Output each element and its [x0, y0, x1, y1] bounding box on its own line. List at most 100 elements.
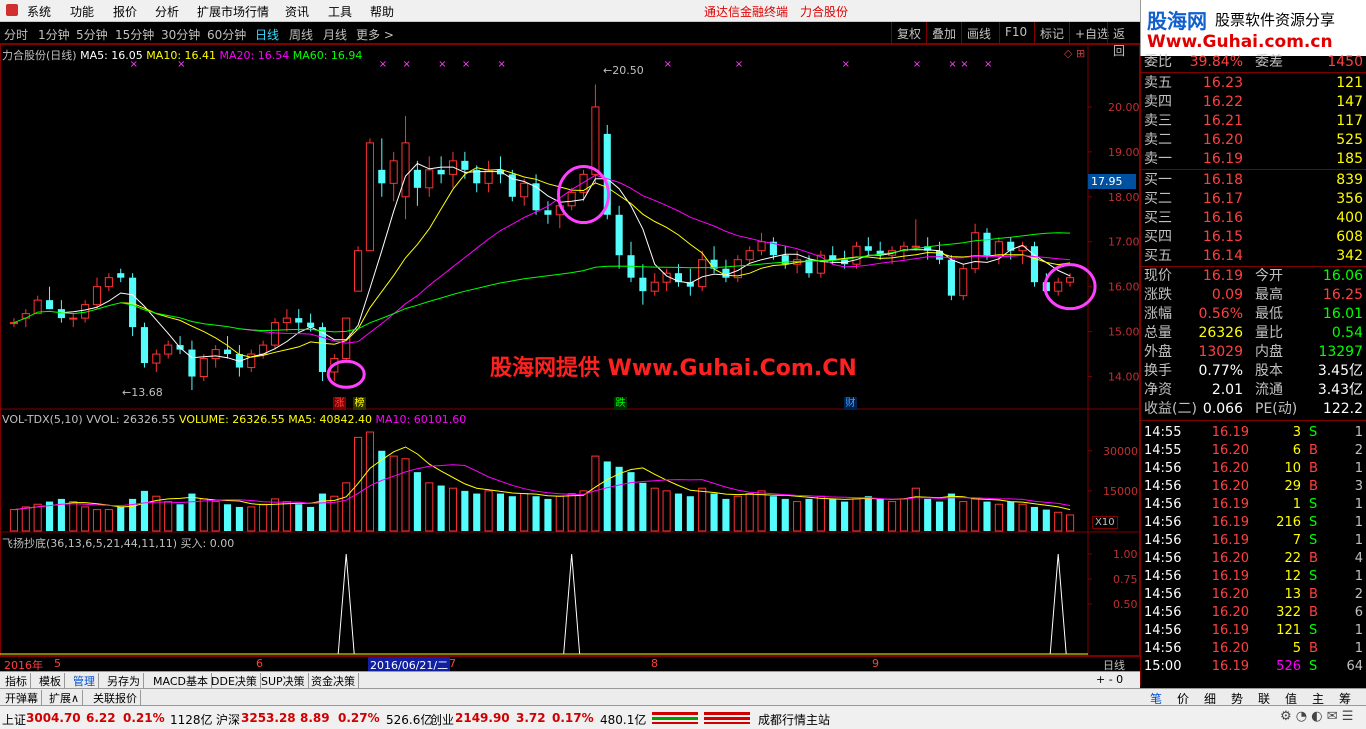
quote-label: 最低: [1255, 306, 1283, 322]
candle-body-down: [57, 309, 65, 319]
menu-tools[interactable]: 工具: [328, 3, 352, 20]
extension-tabs: 开弹幕 扩展∧ 关联报价: [0, 688, 1140, 706]
trade-count: 2: [1354, 587, 1363, 602]
tab-more[interactable]: 更多 >: [356, 26, 394, 43]
indicator-tab-0[interactable]: 指标: [2, 673, 31, 689]
tab-weekly[interactable]: 周线: [289, 26, 313, 43]
sz-index-value: 3253.28: [241, 711, 296, 725]
volume-bar-up: [650, 487, 659, 532]
menu-extended-market[interactable]: 扩展市场行情: [197, 3, 269, 20]
watermark-text: 股海网提供 Www.Guhai.Com.CN: [490, 356, 857, 381]
candle-body-up: [389, 160, 398, 184]
volume-bar-up: [579, 490, 588, 532]
volume-bar-up: [425, 482, 434, 532]
trade-volume: 29: [1284, 479, 1301, 494]
mark-button[interactable]: 标记: [1034, 22, 1069, 44]
trade-side: B: [1309, 605, 1318, 620]
trade-count: 64: [1346, 659, 1363, 674]
tab-5min[interactable]: 5分钟: [76, 26, 108, 43]
limit-up-marker[interactable]: 涨: [333, 397, 346, 410]
volume-bar-up: [793, 501, 802, 532]
candle-body-up: [9, 322, 18, 325]
indicator-tab-2[interactable]: 管理: [70, 673, 99, 689]
overlay-button[interactable]: 叠加: [926, 22, 961, 44]
menu-function[interactable]: 功能: [70, 3, 94, 20]
f10-button[interactable]: F10: [999, 22, 1032, 44]
volume-bar-down: [805, 498, 813, 531]
sh-index-change: 6.22: [86, 711, 116, 725]
extension-tab-1[interactable]: 扩展∧: [46, 690, 84, 706]
indicator-tab-7[interactable]: 资金决策: [308, 673, 359, 689]
tab-60min[interactable]: 60分钟: [207, 26, 246, 43]
indicator-tab-1[interactable]: 模板: [36, 673, 65, 689]
finance-marker[interactable]: 财: [844, 397, 857, 410]
trade-count: 1: [1354, 497, 1363, 512]
candle-body-up: [662, 272, 671, 283]
trade-count: 1: [1354, 569, 1363, 584]
indicator-tab-4[interactable]: MACD基本: [150, 673, 212, 689]
menu-quote[interactable]: 报价: [113, 3, 137, 20]
volume-bar-up: [259, 503, 268, 532]
volume-bar-down: [841, 501, 849, 531]
price-tick-label: 19.00: [1108, 146, 1140, 159]
menu-news[interactable]: 资讯: [285, 3, 309, 20]
tab-tick[interactable]: 分时: [4, 26, 28, 43]
candle-body-down: [140, 327, 149, 364]
trade-volume: 13: [1284, 587, 1301, 602]
server-station: 成都行情主站: [758, 713, 831, 727]
sell-level-label: 卖二: [1144, 132, 1172, 148]
extension-tab-0[interactable]: 开弹幕: [2, 690, 42, 706]
candle-body-up: [21, 313, 30, 319]
candle-body-up: [199, 358, 208, 378]
volume-bar-down: [615, 466, 623, 531]
trade-price: 16.20: [1211, 641, 1249, 656]
volume-bar-down: [544, 498, 552, 531]
candle-body-down: [307, 322, 315, 328]
extension-tab-2[interactable]: 关联报价: [90, 690, 141, 706]
trade-time: 14:56: [1144, 515, 1182, 530]
volume-bar-up: [33, 503, 42, 532]
restore-rights-button[interactable]: 复权: [891, 22, 926, 44]
event-marker: ×: [960, 59, 968, 70]
buy-price: 16.17: [1202, 191, 1243, 207]
indicator-tab-6[interactable]: SUP决策: [258, 673, 309, 689]
wei-bi-value: 39.84%: [1189, 54, 1243, 70]
menu-analysis[interactable]: 分析: [155, 3, 179, 20]
indicator-tab-3[interactable]: 另存为: [104, 673, 144, 689]
price-tick-label: 14.00: [1108, 371, 1140, 384]
quote-label: 今开: [1255, 268, 1283, 284]
limit-down-marker[interactable]: 跌: [614, 397, 627, 410]
menu-help[interactable]: 帮助: [370, 3, 394, 20]
ranking-marker[interactable]: 榜: [353, 397, 366, 410]
sz-index-name: 沪深: [216, 713, 241, 727]
draw-line-button[interactable]: 画线: [961, 22, 996, 44]
volume-bar-down: [532, 496, 540, 531]
system-tray-icons[interactable]: ⚙ ◔ ◐ ✉ ☰: [1280, 709, 1353, 724]
trade-side: B: [1309, 641, 1318, 656]
zoom-controls[interactable]: + - 0: [1096, 673, 1123, 686]
quote-value: 0.09: [1211, 287, 1243, 303]
volume-bar-up: [1018, 503, 1027, 532]
tab-monthly[interactable]: 月线: [323, 26, 347, 43]
candle-body-down: [188, 349, 196, 377]
volume-bar-up: [757, 490, 766, 532]
price-tick-label: 20.00: [1108, 101, 1140, 114]
chart-title: 力合股份(日线): [2, 49, 77, 62]
candle-body-down: [983, 232, 991, 256]
tab-daily[interactable]: 日线: [255, 26, 279, 43]
indicator-tab-5[interactable]: DDE决策: [208, 673, 261, 689]
trade-volume: 10: [1284, 461, 1301, 476]
tab-30min[interactable]: 30分钟: [161, 26, 200, 43]
quote-label: 流通: [1255, 382, 1283, 398]
trade-price: 16.19: [1211, 623, 1249, 638]
volume-bar-down: [461, 490, 469, 531]
menu-system[interactable]: 系统: [27, 3, 51, 20]
candle-body-up: [698, 259, 707, 288]
tab-15min[interactable]: 15分钟: [115, 26, 154, 43]
back-button[interactable]: 返回: [1107, 22, 1140, 58]
chart-corner-icons[interactable]: ◇ ⊞: [1064, 47, 1085, 60]
buy-level-label: 买三: [1144, 210, 1172, 226]
window-icon[interactable]: [6, 4, 18, 16]
tab-1min[interactable]: 1分钟: [38, 26, 70, 43]
sh-index-value: 3004.70: [26, 711, 81, 725]
